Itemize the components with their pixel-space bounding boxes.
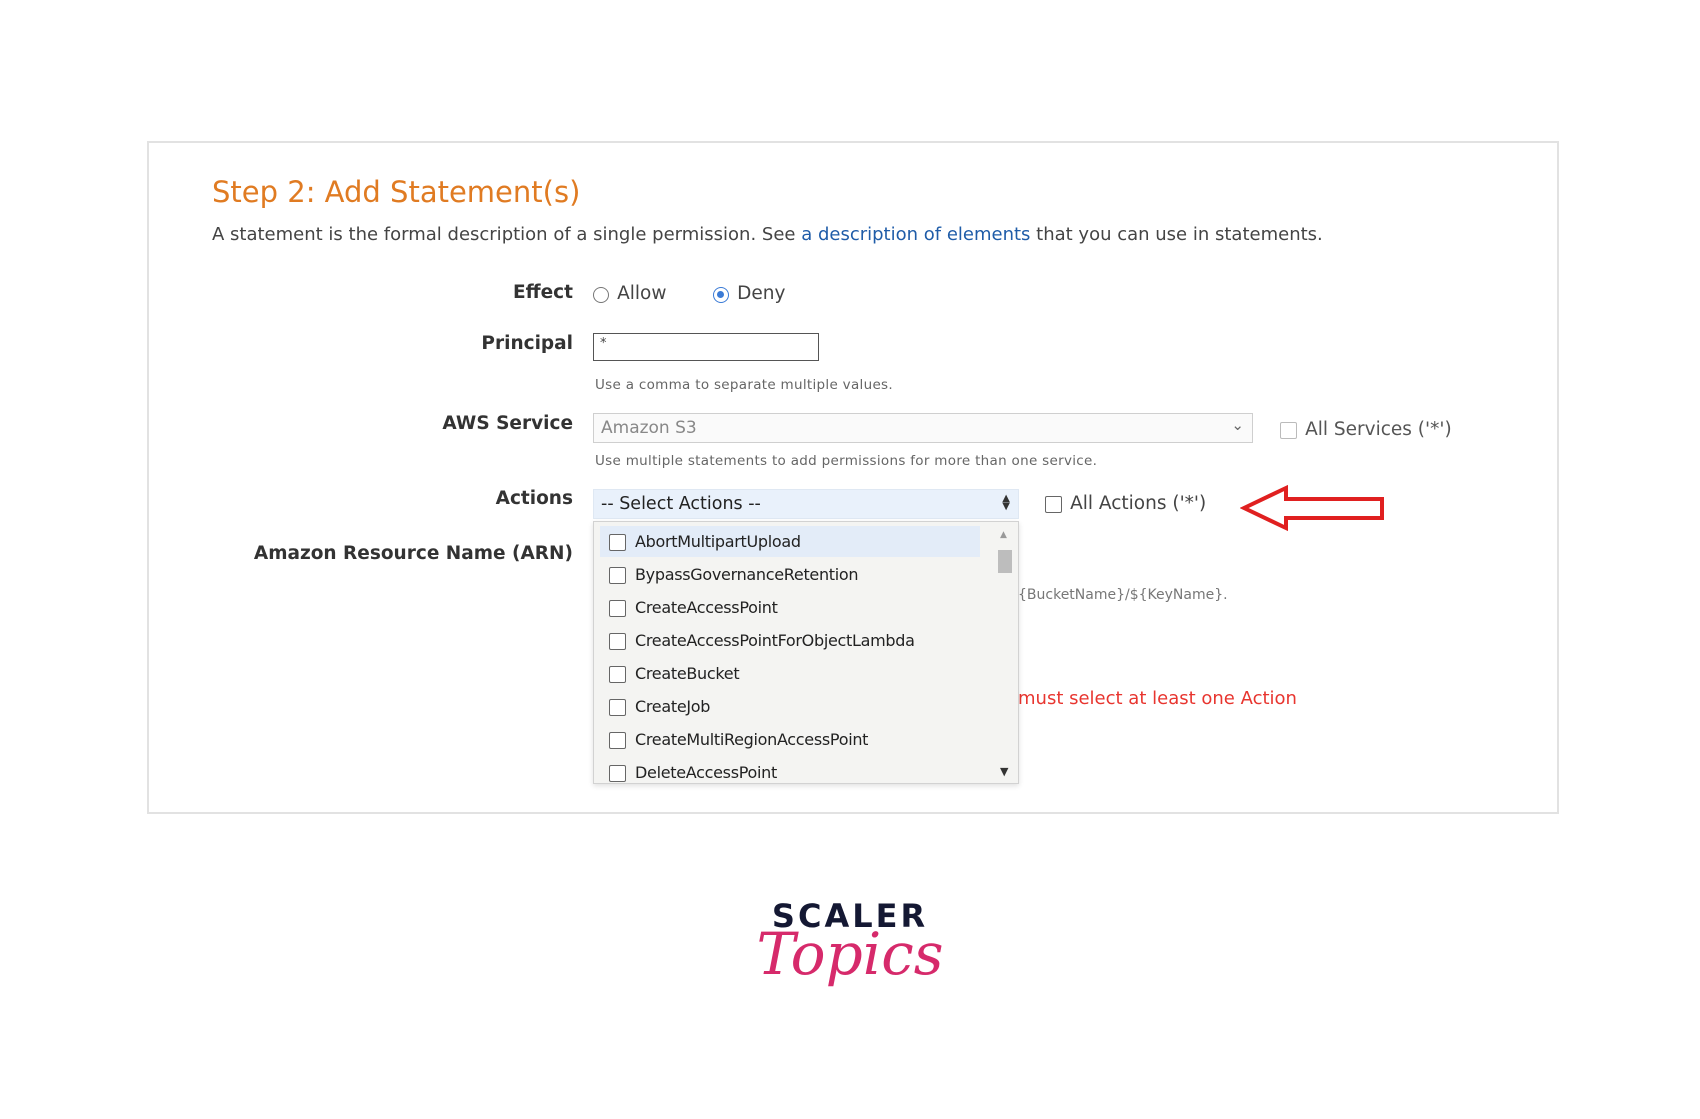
action-checkbox[interactable] (609, 666, 626, 683)
aws-service-hint: Use multiple statements to add permissio… (595, 453, 1098, 469)
description-of-elements-link[interactable]: a description of elements (801, 224, 1030, 245)
action-label: CreateAccessPointForObjectLambda (635, 631, 915, 650)
list-item[interactable]: BypassGovernanceRetention (600, 559, 980, 590)
effect-allow-option[interactable]: Allow (593, 283, 666, 304)
action-checkbox[interactable] (609, 732, 626, 749)
actions-select-placeholder: -- Select Actions -- (601, 494, 761, 514)
all-actions-checkbox[interactable] (1045, 496, 1062, 513)
all-services-checkbox[interactable] (1280, 422, 1297, 439)
action-checkbox[interactable] (609, 765, 626, 782)
principal-input[interactable]: * (593, 333, 819, 361)
statement-description: A statement is the formal description of… (212, 224, 1323, 245)
page-title: Step 2: Add Statement(s) (212, 175, 581, 209)
action-checkbox[interactable] (609, 633, 626, 650)
actions-dropdown-list[interactable]: AbortMultipartUpload BypassGovernanceRet… (593, 521, 1019, 784)
list-item[interactable]: CreateAccessPointForObjectLambda (600, 625, 980, 656)
description-text-pre: A statement is the formal description of… (212, 224, 802, 245)
principal-hint: Use a comma to separate multiple values. (595, 377, 893, 393)
aws-service-selected-value: Amazon S3 (601, 418, 697, 438)
action-label: AbortMultipartUpload (635, 532, 801, 551)
list-item[interactable]: CreateJob (600, 691, 980, 722)
error-message: must select at least one Action (1018, 688, 1297, 709)
select-updown-icon: ▲ ▼ (1002, 493, 1010, 512)
deny-label: Deny (737, 283, 786, 304)
actions-select[interactable]: -- Select Actions -- ▲ ▼ (593, 489, 1019, 519)
scroll-up-icon[interactable]: ▲ (1000, 530, 1007, 540)
list-item[interactable]: AbortMultipartUpload (600, 526, 980, 557)
action-label: CreateAccessPoint (635, 598, 778, 617)
red-arrow-annotation (1240, 484, 1384, 532)
action-checkbox[interactable] (609, 699, 626, 716)
action-label: BypassGovernanceRetention (635, 565, 859, 584)
aws-service-label: AWS Service (442, 413, 573, 434)
action-label: DeleteAccessPoint (635, 763, 777, 782)
action-checkbox[interactable] (609, 567, 626, 584)
action-label: CreateBucket (635, 664, 740, 683)
principal-label: Principal (481, 333, 573, 354)
aws-service-select[interactable]: Amazon S3 ⌄ (593, 413, 1253, 443)
all-actions-label: All Actions ('*') (1070, 493, 1207, 514)
action-label: CreateJob (635, 697, 711, 716)
action-checkbox[interactable] (609, 600, 626, 617)
effect-label: Effect (513, 282, 573, 303)
allow-label: Allow (617, 283, 667, 304)
description-text-post: that you can use in statements. (1030, 224, 1323, 245)
list-item[interactable]: CreateBucket (600, 658, 980, 689)
allow-radio[interactable] (593, 286, 609, 303)
action-checkbox[interactable] (609, 534, 626, 551)
effect-deny-option[interactable]: Deny (713, 283, 785, 304)
action-label: CreateMultiRegionAccessPoint (635, 730, 869, 749)
all-actions-option[interactable]: All Actions ('*') (1045, 493, 1206, 514)
topics-logo-text: Topics (756, 920, 944, 988)
list-item[interactable]: CreateMultiRegionAccessPoint (600, 724, 980, 755)
scroll-thumb[interactable] (998, 550, 1012, 573)
list-item[interactable]: DeleteAccessPoint (600, 757, 980, 783)
scroll-down-icon[interactable]: ▼ (1000, 765, 1008, 778)
actions-label: Actions (495, 488, 573, 509)
dropdown-scrollbar[interactable]: ▲ ▼ (996, 530, 1014, 778)
list-item[interactable]: CreateAccessPoint (600, 592, 980, 623)
chevron-down-icon: ⌄ (1231, 416, 1244, 434)
deny-radio[interactable] (713, 286, 729, 303)
all-services-label: All Services ('*') (1305, 419, 1452, 440)
arn-label: Amazon Resource Name (ARN) (253, 543, 573, 564)
arn-hint-partial: {BucketName}/${KeyName}. (1018, 587, 1228, 603)
all-services-option[interactable]: All Services ('*') (1280, 419, 1452, 440)
